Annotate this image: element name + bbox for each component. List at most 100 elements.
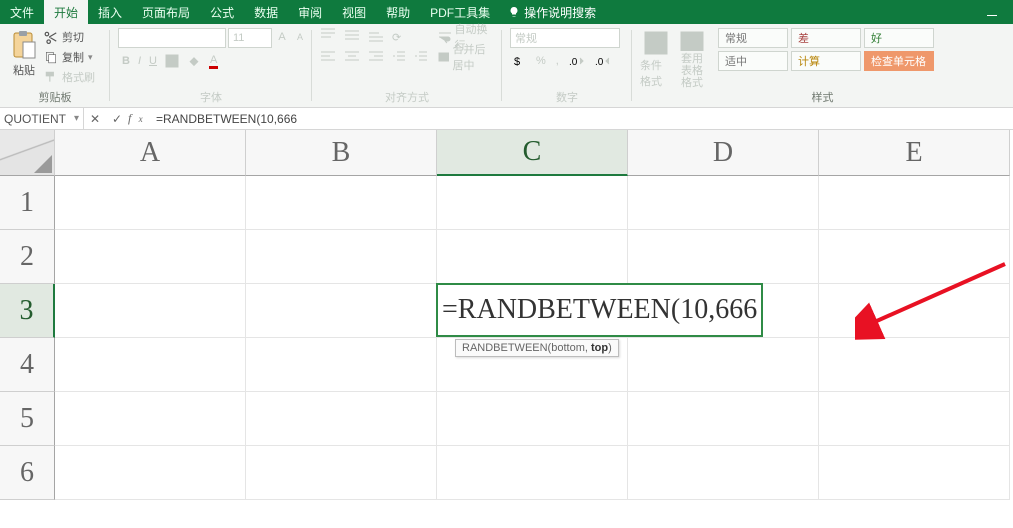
align-bottom-icon[interactable] (368, 28, 384, 42)
style-calculation[interactable]: 计算 (791, 51, 861, 71)
cell-B6[interactable] (246, 446, 437, 500)
font-name-combo[interactable] (118, 28, 226, 48)
style-normal[interactable]: 常规 (718, 28, 788, 48)
cell-B2[interactable] (246, 230, 437, 284)
cell-A5[interactable] (55, 392, 246, 446)
cell-E6[interactable] (819, 446, 1010, 500)
align-left-icon[interactable] (320, 50, 336, 64)
cancel-formula-button[interactable]: ✕ (84, 112, 106, 126)
tab-help[interactable]: 帮助 (376, 0, 420, 24)
cell-C6[interactable] (437, 446, 628, 500)
cell-B1[interactable] (246, 176, 437, 230)
align-right-icon[interactable] (368, 50, 384, 64)
cell-D6[interactable] (628, 446, 819, 500)
increase-font-icon[interactable]: A (274, 28, 290, 46)
cell-D2[interactable] (628, 230, 819, 284)
increase-indent-icon[interactable] (414, 50, 428, 64)
paste-button[interactable]: 粘贴 (8, 28, 40, 89)
tab-formulas[interactable]: 公式 (200, 0, 244, 24)
bucket-icon (187, 54, 201, 68)
worksheet-grid[interactable]: A B C D E 1 2 3 =RANDBETWEEN(10,666 RAND… (0, 130, 1013, 528)
row-1: 1 (0, 176, 1013, 230)
conditional-formatting-button[interactable]: 条件格式 (640, 28, 672, 89)
cell-B3[interactable] (246, 284, 437, 338)
format-painter-button[interactable]: 格式刷 (44, 68, 95, 86)
cell-D4[interactable] (628, 338, 819, 392)
comma-button[interactable]: , (556, 52, 559, 70)
select-all-corner[interactable] (0, 130, 55, 176)
cell-E4[interactable] (819, 338, 1010, 392)
align-middle-icon[interactable] (344, 28, 360, 42)
increase-decimal-button[interactable]: .0 (569, 52, 585, 70)
cell-A1[interactable] (55, 176, 246, 230)
tab-view[interactable]: 视图 (332, 0, 376, 24)
col-header-D[interactable]: D (628, 130, 819, 176)
cell-B5[interactable] (246, 392, 437, 446)
orientation-button[interactable]: ⟳ (392, 28, 401, 46)
cell-C5[interactable] (437, 392, 628, 446)
merge-center-button[interactable]: 合并后居中 (438, 48, 494, 66)
cell-A4[interactable] (55, 338, 246, 392)
col-header-C[interactable]: C (437, 130, 628, 176)
font-color-button[interactable]: A (209, 52, 218, 70)
cell-D5[interactable] (628, 392, 819, 446)
cell-C4[interactable] (437, 338, 628, 392)
format-as-table-button[interactable]: 套用 表格格式 (676, 28, 708, 89)
tab-file[interactable]: 文件 (0, 0, 44, 24)
tab-home[interactable]: 开始 (44, 0, 88, 24)
cell-E1[interactable] (819, 176, 1010, 230)
col-header-A[interactable]: A (55, 130, 246, 176)
cell-B4[interactable] (246, 338, 437, 392)
row-header-5[interactable]: 5 (0, 392, 55, 446)
cell-D3[interactable] (628, 284, 819, 338)
tab-insert[interactable]: 插入 (88, 0, 132, 24)
row-header-3[interactable]: 3 (0, 284, 55, 338)
style-neutral[interactable]: 适中 (718, 51, 788, 71)
decrease-indent-icon[interactable] (392, 50, 406, 64)
currency-button[interactable]: $ (512, 52, 526, 70)
cell-C3[interactable]: =RANDBETWEEN(10,666 RANDBETWEEN(bottom, … (437, 284, 628, 338)
row-header-4[interactable]: 4 (0, 338, 55, 392)
cell-C1[interactable] (437, 176, 628, 230)
name-box[interactable]: QUOTIENT ▾ (0, 108, 84, 129)
cell-D1[interactable] (628, 176, 819, 230)
cut-button[interactable]: 剪切 (44, 28, 95, 46)
underline-button[interactable]: U (149, 52, 157, 70)
wrap-icon (438, 30, 451, 44)
tab-data[interactable]: 数据 (244, 0, 288, 24)
decrease-font-icon[interactable]: A (292, 28, 308, 46)
cell-E2[interactable] (819, 230, 1010, 284)
cell-A2[interactable] (55, 230, 246, 284)
style-bad[interactable]: 差 (791, 28, 861, 48)
cell-E5[interactable] (819, 392, 1010, 446)
minimize-button[interactable] (971, 0, 1013, 24)
fx-icon[interactable]: fx (128, 111, 150, 126)
percent-button[interactable]: % (536, 52, 546, 70)
fill-color-button[interactable] (187, 52, 201, 70)
formula-input[interactable]: =RANDBETWEEN(10,666 (150, 108, 1013, 129)
tab-page-layout[interactable]: 页面布局 (132, 0, 200, 24)
decrease-decimal-button[interactable]: .0 (595, 52, 611, 70)
italic-button[interactable]: I (138, 52, 141, 70)
style-good[interactable]: 好 (864, 28, 934, 48)
font-size-combo[interactable]: 11 (228, 28, 272, 48)
col-header-E[interactable]: E (819, 130, 1010, 176)
row-header-2[interactable]: 2 (0, 230, 55, 284)
tell-me-search[interactable]: 操作说明搜索 (500, 0, 604, 24)
copy-button[interactable]: 复制 ▾ (44, 48, 95, 66)
cell-E3[interactable] (819, 284, 1010, 338)
enter-formula-button[interactable]: ✓ (106, 112, 128, 126)
number-format-combo[interactable]: 常规 (510, 28, 620, 48)
col-header-B[interactable]: B (246, 130, 437, 176)
cell-C2[interactable] (437, 230, 628, 284)
bold-button[interactable]: B (122, 52, 130, 70)
align-top-icon[interactable] (320, 28, 336, 42)
row-header-6[interactable]: 6 (0, 446, 55, 500)
align-center-icon[interactable] (344, 50, 360, 64)
style-check-cell[interactable]: 检查单元格 (864, 51, 934, 71)
border-button[interactable] (165, 52, 179, 70)
cell-A6[interactable] (55, 446, 246, 500)
tab-review[interactable]: 审阅 (288, 0, 332, 24)
row-header-1[interactable]: 1 (0, 176, 55, 230)
cell-A3[interactable] (55, 284, 246, 338)
